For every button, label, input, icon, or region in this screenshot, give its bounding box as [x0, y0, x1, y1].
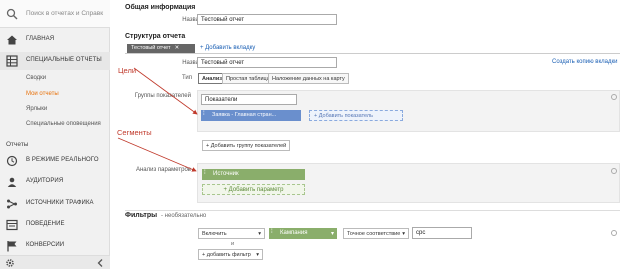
reports-section-label: Отчеты [6, 141, 29, 148]
grid-icon [6, 55, 18, 67]
dimension-pill-label: Источник [213, 171, 239, 177]
metric-groups-label: Группы показателей [134, 93, 191, 99]
add-filter-button[interactable]: + добавить фильтр ▾ [198, 249, 263, 260]
segments-annotation: Сегменты [117, 128, 152, 137]
sub-item-summaries[interactable]: Сводки [26, 75, 46, 81]
sub-item-my-reports[interactable]: Мои отчеты [26, 91, 59, 97]
nav-conversions[interactable]: КОНВЕРСИИ [0, 237, 110, 255]
dimensions-label: Анализ параметров [135, 167, 191, 173]
close-icon[interactable]: ✕ [175, 45, 180, 51]
report-tab[interactable]: Тестовый отчет ✕ [127, 44, 195, 53]
nav-realtime[interactable]: В РЕЖИМЕ РЕАЛЬНОГО [0, 152, 110, 170]
chevron-left-icon[interactable] [96, 258, 104, 268]
metric-group-name-input[interactable]: Показатели [201, 94, 297, 105]
filter-value-input[interactable]: cpc [412, 227, 472, 239]
nav-conversions-label: КОНВЕРСИИ [26, 242, 65, 248]
match-type-value: Точное соответствие [347, 231, 401, 237]
goals-annotation: Цели [118, 66, 137, 75]
type-map-overlay-button[interactable]: Наложение данных на карту [268, 73, 349, 84]
add-tab-link[interactable]: + Добавить вкладку [200, 45, 255, 51]
add-filter-label: + добавить фильтр [202, 252, 251, 258]
tab-name-input[interactable]: Тестовый отчет [197, 57, 337, 68]
behavior-icon [6, 219, 18, 231]
include-select[interactable]: Включить ▾ [198, 228, 265, 239]
sub-item-shortcuts[interactable]: Ярлыки [26, 106, 47, 112]
home-icon [7, 35, 17, 45]
match-type-select[interactable]: Точное соответствие ▾ [343, 228, 409, 239]
search-icon [6, 8, 18, 20]
report-editor: Общая информация Название Тестовый отчет… [111, 0, 620, 269]
search-input[interactable]: Поиск в отчетах и Справк [26, 10, 103, 17]
nav-realtime-label: В РЕЖИМЕ РЕАЛЬНОГО [26, 157, 99, 163]
nav-special-reports-label: СПЕЦИАЛЬНЫЕ ОТЧЕТЫ [26, 57, 102, 63]
nav-audience[interactable]: АУДИТОРИЯ [0, 173, 110, 191]
type-label: Тип [181, 75, 192, 81]
chevron-down-icon: ▾ [402, 231, 405, 237]
nav-behavior-label: ПОВЕДЕНИЕ [26, 221, 65, 227]
type-flat-table-button[interactable]: Простая таблица [222, 73, 274, 84]
gear-icon[interactable] [5, 258, 15, 268]
copy-tab-link[interactable]: Создать копию вкладки [552, 59, 617, 65]
traffic-icon [7, 199, 17, 209]
dimension-pill[interactable]: ⁞ Источник [202, 169, 305, 180]
structure-heading: Структура отчета [125, 33, 186, 40]
chevron-down-icon: ▾ [330, 231, 334, 237]
metric-pill-label: Заявка - Главная стран... [212, 112, 277, 118]
filter-dimension-label: Кампания [280, 230, 308, 236]
nav-home-label: ГЛАВНАЯ [26, 36, 55, 42]
nav-home[interactable]: ГЛАВНАЯ [0, 31, 110, 49]
nav-behavior[interactable]: ПОВЕДЕНИЕ [0, 216, 110, 234]
sidebar: Поиск в отчетах и Справк ГЛАВНАЯ СПЕЦИАЛ… [0, 0, 110, 269]
report-tab-label: Тестовый отчет [131, 45, 171, 51]
report-name-input[interactable]: Тестовый отчет [197, 14, 337, 25]
chevron-down-icon: ▾ [258, 231, 261, 237]
remove-dimension-icon[interactable] [611, 168, 617, 174]
nav-traffic-label: ИСТОЧНИКИ ТРАФИКА [26, 200, 94, 206]
add-dimension-button[interactable]: + Добавить параметр [202, 184, 305, 195]
filters-divider [125, 210, 620, 211]
filter-dimension-pill[interactable]: ⁞ Кампания ▾ [269, 228, 337, 239]
filter-and-label: и [231, 241, 235, 247]
remove-filter-icon[interactable] [611, 230, 617, 236]
flag-icon [7, 241, 17, 252]
metric-pill[interactable]: ⁞ Заявка - Главная стран... [201, 110, 301, 121]
add-metric-button[interactable]: + Добавить показатель [309, 110, 403, 121]
general-heading: Общая информация [125, 4, 196, 11]
add-metric-group-button[interactable]: + Добавить группу показателей [202, 140, 291, 151]
sub-item-alerts[interactable]: Специальные оповещения [26, 121, 101, 127]
nav-traffic[interactable]: ИСТОЧНИКИ ТРАФИКА [0, 195, 110, 213]
filters-heading: Фильтры [125, 212, 158, 219]
search-box[interactable]: Поиск в отчетах и Справк [0, 0, 110, 28]
nav-audience-label: АУДИТОРИЯ [26, 178, 64, 184]
filters-optional-note: - необязательно [161, 213, 207, 219]
nav-special-reports[interactable]: СПЕЦИАЛЬНЫЕ ОТЧЕТЫ [0, 52, 110, 70]
person-icon [7, 177, 17, 187]
include-select-value: Включить [202, 231, 227, 237]
chevron-down-icon: ▾ [256, 252, 259, 258]
remove-metric-group-icon[interactable] [611, 94, 617, 100]
tab-divider [125, 53, 620, 54]
sidebar-footer [0, 255, 110, 269]
clock-icon [6, 155, 18, 167]
